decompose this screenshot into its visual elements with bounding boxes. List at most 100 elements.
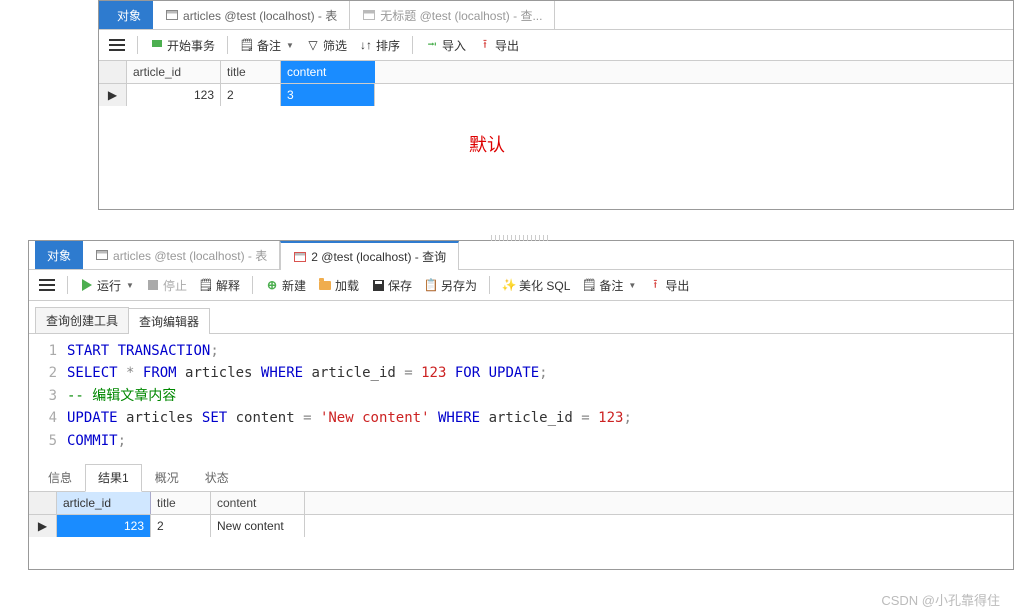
tab-query-2[interactable]: 2 @test (localhost) - 查询	[280, 241, 459, 270]
menu-icon	[109, 39, 125, 51]
col-title[interactable]: title	[221, 61, 281, 83]
button-label: 加载	[335, 277, 359, 294]
tab-bar: 对象 articles @test (localhost) - 表 无标题 @t…	[99, 1, 1013, 30]
tab-object[interactable]: 对象	[105, 1, 153, 29]
begin-transaction-button[interactable]: 开始事务	[150, 37, 215, 54]
rtab-status[interactable]: 状态	[192, 464, 242, 491]
button-label: 备注	[599, 277, 623, 294]
export-button[interactable]: ⭱导出	[648, 277, 689, 294]
menu-button[interactable]	[109, 39, 125, 51]
row-pointer-icon: ▶	[99, 84, 127, 106]
export-button[interactable]: ⭱导出	[478, 37, 519, 54]
button-label: 导出	[495, 37, 519, 54]
cell-title[interactable]: 2	[221, 84, 281, 106]
memo-button[interactable]: 🗒备注▼	[240, 37, 294, 54]
chevron-down-icon: ▼	[286, 41, 294, 50]
tab-articles[interactable]: articles @test (localhost) - 表	[153, 1, 350, 29]
top-panel: 对象 articles @test (localhost) - 表 无标题 @t…	[98, 0, 1014, 210]
table-icon	[95, 248, 109, 262]
filter-button[interactable]: ▽筛选	[306, 37, 347, 54]
rtab-result1[interactable]: 结果1	[85, 464, 142, 492]
button-label: 导入	[442, 37, 466, 54]
run-button[interactable]: 运行 ▼	[80, 277, 134, 294]
line-number: 5	[29, 430, 67, 452]
sort-button[interactable]: ↓↑排序	[359, 37, 400, 54]
menu-button[interactable]	[39, 279, 55, 291]
tab-untitled[interactable]: 无标题 @test (localhost) - 查...	[350, 1, 555, 29]
cell-article-id[interactable]: 123	[57, 515, 151, 537]
col-title[interactable]: title	[151, 492, 211, 514]
tab-label: 对象	[47, 247, 71, 264]
separator	[227, 36, 228, 54]
explain-button[interactable]: 🗒解释	[199, 277, 240, 294]
row-header-corner	[99, 61, 127, 83]
tab-bar: 对象 articles @test (localhost) - 表 2 @tes…	[29, 241, 1013, 270]
result-tab-bar: 信息 结果1 概况 状态	[29, 464, 1013, 492]
tab-articles[interactable]: articles @test (localhost) - 表	[83, 241, 280, 269]
play-flag-icon	[150, 38, 164, 52]
save-as-button[interactable]: 📋另存为	[424, 277, 477, 294]
query-icon	[293, 250, 307, 264]
chevron-down-icon: ▼	[126, 281, 134, 290]
button-label: 新建	[282, 277, 306, 294]
grid-header: article_id title content	[29, 492, 1013, 515]
toolbar: 运行 ▼ 停止 🗒解释 ⊕新建 加载 保存 📋另存为 ✨美化 SQL 🗒备注▼ ⭱…	[29, 270, 1013, 301]
button-label: 保存	[388, 277, 412, 294]
save-as-icon: 📋	[424, 278, 438, 292]
save-icon	[371, 278, 385, 292]
cell-article-id[interactable]: 123	[127, 84, 221, 106]
table-icon	[165, 8, 179, 22]
button-label: 运行	[97, 277, 121, 294]
table-row[interactable]: ▶ 123 2 3	[99, 84, 1013, 106]
button-label: 排序	[376, 37, 400, 54]
export-icon: ⭱	[478, 38, 492, 52]
tab-label: 对象	[117, 7, 141, 24]
col-content[interactable]: content	[211, 492, 305, 514]
stop-button: 停止	[146, 277, 187, 294]
cell-title[interactable]: 2	[151, 515, 211, 537]
memo-button[interactable]: 🗒备注▼	[582, 277, 636, 294]
separator	[412, 36, 413, 54]
subtab-query-editor[interactable]: 查询编辑器	[128, 308, 210, 334]
separator	[137, 36, 138, 54]
result-grid: article_id title content ▶ 123 2 New con…	[29, 492, 1013, 537]
data-grid: article_id title content ▶ 123 2 3	[99, 61, 1013, 106]
watermark: CSDN @小孔靠得住	[881, 590, 1000, 609]
button-label: 停止	[163, 277, 187, 294]
line-number: 1	[29, 340, 67, 362]
query-icon	[362, 8, 376, 22]
cell-content[interactable]: 3	[281, 84, 375, 106]
cell-content[interactable]: New content	[211, 515, 305, 537]
subtab-query-builder[interactable]: 查询创建工具	[35, 307, 129, 333]
plus-icon: ⊕	[265, 278, 279, 292]
save-button[interactable]: 保存	[371, 277, 412, 294]
import-button[interactable]: ⭲导入	[425, 37, 466, 54]
button-label: 开始事务	[167, 37, 215, 54]
separator	[489, 276, 490, 294]
grip-handle[interactable]	[491, 235, 551, 241]
col-article-id[interactable]: article_id	[57, 492, 151, 514]
rtab-info[interactable]: 信息	[35, 464, 85, 491]
load-button[interactable]: 加载	[318, 277, 359, 294]
sql-editor[interactable]: 1START TRANSACTION; 2SELECT * FROM artic…	[29, 334, 1013, 458]
tab-object[interactable]: 对象	[35, 241, 83, 269]
line-number: 4	[29, 407, 67, 429]
bottom-panel: 对象 articles @test (localhost) - 表 2 @tes…	[28, 240, 1014, 570]
col-article-id[interactable]: article_id	[127, 61, 221, 83]
button-label: 美化 SQL	[519, 277, 570, 294]
tab-label: articles @test (localhost) - 表	[113, 247, 267, 264]
col-content[interactable]: content	[281, 61, 375, 83]
beautify-button[interactable]: ✨美化 SQL	[502, 277, 570, 294]
annotation-default: 默认	[469, 131, 505, 157]
table-row[interactable]: ▶ 123 2 New content	[29, 515, 1013, 537]
toolbar: 开始事务 🗒备注▼ ▽筛选 ↓↑排序 ⭲导入 ⭱导出	[99, 30, 1013, 61]
wand-icon: ✨	[502, 278, 516, 292]
new-button[interactable]: ⊕新建	[265, 277, 306, 294]
separator	[252, 276, 253, 294]
tab-label: articles @test (localhost) - 表	[183, 7, 337, 24]
play-icon	[80, 278, 94, 292]
rtab-profile[interactable]: 概况	[142, 464, 192, 491]
grid-header: article_id title content	[99, 61, 1013, 84]
line-number: 2	[29, 362, 67, 384]
line-number: 3	[29, 385, 67, 407]
